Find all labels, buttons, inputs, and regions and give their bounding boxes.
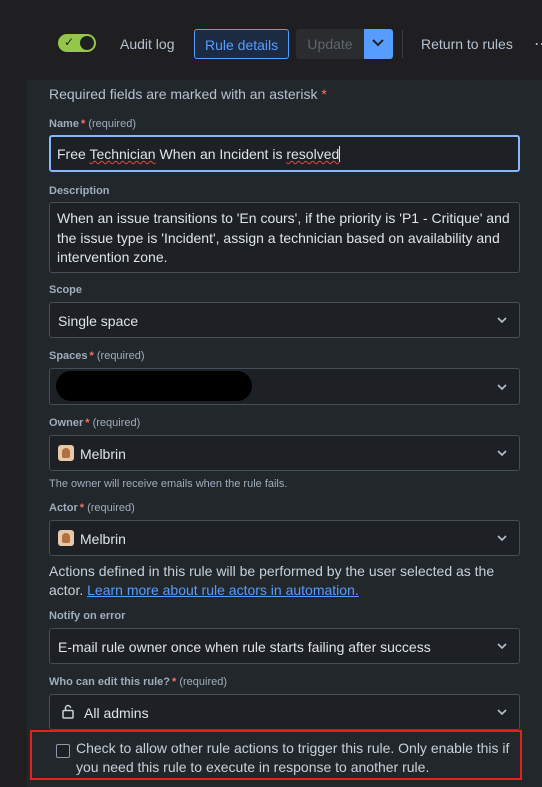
edit-permission-value: All admins — [84, 705, 149, 721]
owner-help-text: The owner will receive emails when the r… — [49, 478, 288, 490]
description-label: Description — [49, 185, 110, 197]
description-textarea[interactable]: When an issue transitions to 'En cours',… — [49, 202, 520, 273]
update-options-button[interactable] — [364, 29, 393, 59]
allow-trigger-label: Check to allow other rule actions to tri… — [76, 740, 510, 775]
more-icon[interactable]: ⋯ — [534, 34, 542, 54]
actor-help-text: Actions defined in this rule will be per… — [49, 563, 495, 598]
required-fields-note: Required fields are marked with an aster… — [49, 86, 327, 102]
chevron-down-icon — [497, 709, 507, 716]
spaces-select[interactable] — [49, 368, 520, 405]
name-input[interactable]: Free Technician When an Incident is reso… — [49, 135, 520, 172]
chevron-down-icon — [497, 535, 507, 542]
description-value: When an issue transitions to 'En cours',… — [57, 210, 510, 265]
scope-select[interactable]: Single space — [49, 302, 520, 338]
owner-select[interactable]: Melbrin — [49, 435, 520, 471]
spaces-label: Spaces * (required) — [49, 350, 145, 362]
learn-more-link[interactable]: Learn more about rule actors in automati… — [87, 582, 359, 598]
chevron-down-icon — [497, 450, 507, 457]
owner-value: Melbrin — [80, 446, 126, 462]
name-label: Name * (required) — [49, 118, 136, 130]
scope-label: Scope — [49, 284, 83, 296]
chevron-down-icon — [497, 643, 507, 650]
allow-trigger-option: Check to allow other rule actions to tri… — [30, 730, 522, 780]
lock-icon — [62, 704, 74, 719]
check-icon: ✓ — [64, 35, 75, 49]
edit-permission-label: Who can edit this rule? * (required) — [49, 676, 228, 688]
edit-permission-select[interactable]: All admins — [49, 694, 520, 730]
chevron-down-icon — [372, 39, 384, 47]
notify-select[interactable]: E-mail rule owner once when rule starts … — [49, 628, 520, 664]
audit-log-tab[interactable]: Audit log — [110, 29, 184, 59]
notify-value: E-mail rule owner once when rule starts … — [58, 639, 431, 655]
name-input-value: Free Technician When an Incident is reso… — [57, 146, 341, 162]
notify-label: Notify on error — [49, 610, 126, 622]
rule-enabled-toggle[interactable]: ✓ — [58, 34, 96, 52]
redacted-space-value — [56, 371, 252, 401]
actor-value: Melbrin — [80, 531, 126, 547]
toolbar-divider — [402, 30, 403, 58]
update-button[interactable]: Update — [296, 29, 364, 59]
owner-label: Owner * (required) — [49, 417, 141, 429]
avatar — [58, 445, 74, 461]
rule-details-tab[interactable]: Rule details — [194, 29, 290, 59]
chevron-down-icon — [497, 317, 507, 324]
avatar — [58, 530, 74, 546]
actor-label: Actor * (required) — [49, 502, 135, 514]
chevron-down-icon — [497, 383, 507, 390]
actor-select[interactable]: Melbrin — [49, 520, 520, 556]
scope-value: Single space — [58, 313, 139, 329]
required-asterisk: * — [321, 86, 327, 102]
return-to-rules-button[interactable]: Return to rules — [411, 29, 523, 59]
toggle-knob — [80, 36, 94, 50]
toolbar: ✓ Audit log Rule details Update Return t… — [0, 0, 542, 88]
allow-trigger-checkbox[interactable] — [56, 744, 70, 758]
